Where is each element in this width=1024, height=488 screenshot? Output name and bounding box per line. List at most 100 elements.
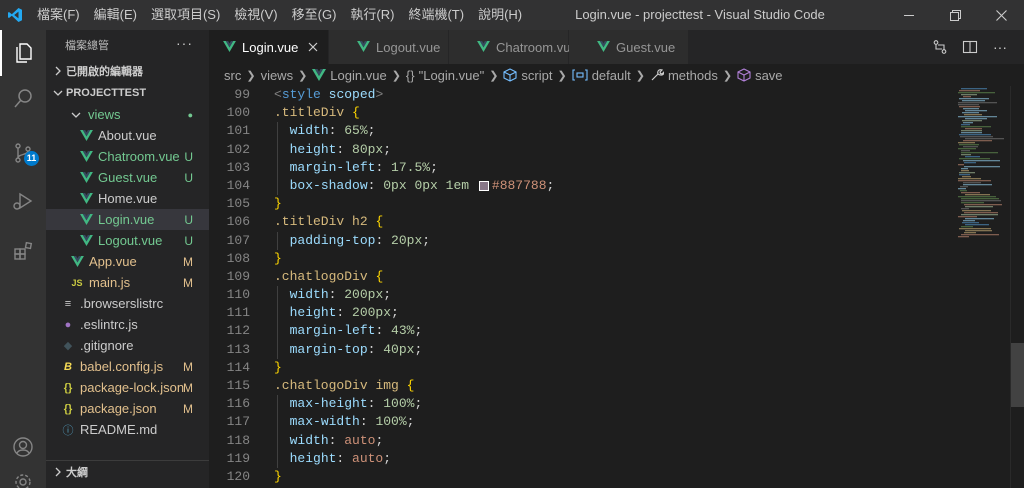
tree-item[interactable]: Guest.vue U (46, 167, 209, 188)
editor-tab[interactable]: Logout.vue (329, 30, 449, 64)
menu-item[interactable]: 選取項目(S) (144, 0, 227, 30)
line-number: 106 (226, 214, 250, 230)
run-debug-icon[interactable] (0, 178, 46, 224)
javascript-icon: JS (71, 277, 83, 288)
code-token: ; (391, 305, 399, 321)
tree-item[interactable]: {} package.json M (46, 398, 209, 419)
menu-item[interactable]: 移至(G) (285, 0, 344, 30)
account-icon[interactable] (0, 424, 46, 470)
tree-item[interactable]: JS main.js M (46, 272, 209, 293)
scrollbar-thumb[interactable] (1011, 343, 1024, 407)
tree-item[interactable]: ≡ .browserslistrc (46, 293, 209, 314)
config-file-icon: ≡ (64, 297, 72, 310)
color-swatch[interactable] (478, 180, 489, 191)
tree-item[interactable]: ● .eslintrc.js (46, 314, 209, 335)
minimize-button[interactable] (886, 0, 932, 30)
line-number: 120 (226, 468, 250, 484)
minimap[interactable] (954, 86, 1010, 488)
braces-icon: {} (405, 67, 415, 83)
breadcrumb-script[interactable]: script (521, 68, 552, 83)
line-number: 104 (226, 177, 250, 193)
more-actions-icon[interactable]: ··· (176, 35, 193, 51)
source-control-icon[interactable]: 11 (0, 130, 46, 176)
split-editor-icon[interactable] (955, 30, 985, 64)
extensions-icon[interactable] (0, 228, 46, 274)
breadcrumb-module[interactable]: "Login.vue" (419, 68, 485, 83)
breadcrumb-views[interactable]: views (261, 68, 294, 83)
minimap-line (961, 214, 998, 216)
minimap-line (965, 230, 992, 232)
tree-item[interactable]: Chatroom.vue U (46, 146, 209, 167)
code-line: 113 margin-top: 40px; (209, 340, 954, 359)
tree-item[interactable]: {} package-lock.json M (46, 377, 209, 398)
tree-item[interactable]: views ● (46, 104, 209, 125)
activity-bar: 11 (0, 30, 46, 488)
minimap-line (962, 100, 985, 102)
restore-button[interactable] (932, 0, 978, 30)
menu-item[interactable]: 說明(H) (471, 0, 529, 30)
minimap-line (962, 222, 979, 224)
close-icon[interactable] (308, 39, 318, 55)
tree-item-label: App.vue (89, 254, 137, 269)
indent-guide (277, 286, 278, 305)
close-window-button[interactable] (978, 0, 1024, 30)
menu-item[interactable]: 終端機(T) (401, 0, 471, 30)
code-line: 118 width: auto; (209, 431, 954, 450)
vertical-scrollbar[interactable] (1010, 86, 1024, 488)
open-changes-icon[interactable] (925, 30, 955, 64)
search-icon[interactable] (0, 76, 46, 122)
menu-item[interactable]: 執行(R) (343, 0, 401, 30)
menu-item[interactable]: 檔案(F) (30, 0, 87, 30)
indent-guide (277, 322, 278, 341)
tree-item[interactable]: Logout.vue U (46, 230, 209, 251)
tree-item[interactable]: Login.vue U (46, 209, 209, 230)
babel-icon: B (64, 360, 72, 373)
tree-item[interactable]: App.vue M (46, 251, 209, 272)
editor-tab[interactable]: Chatroom.vue (449, 30, 578, 64)
breadcrumb-src[interactable]: src (224, 68, 241, 83)
project-label: PROJECTTEST (66, 87, 147, 99)
breadcrumb-save[interactable]: save (755, 68, 782, 83)
manage-gear-icon[interactable] (0, 470, 46, 488)
git-status-badge: M (183, 275, 193, 290)
eslint-icon: ● (64, 318, 72, 331)
tree-item[interactable]: ◆ .gitignore (46, 335, 209, 356)
tree-item[interactable]: About.vue (46, 125, 209, 146)
editor-tab[interactable]: Guest.vue (569, 30, 689, 64)
minimap-line (965, 206, 993, 208)
code-token: 20px (391, 232, 423, 248)
minimap-line (965, 194, 990, 196)
editor-more-icon[interactable]: ··· (985, 30, 1015, 64)
breadcrumb-default[interactable]: default (592, 68, 631, 83)
outline-section[interactable]: 大綱 (46, 460, 209, 482)
explorer-icon[interactable] (0, 30, 46, 76)
menu-item[interactable]: 檢視(V) (227, 0, 284, 30)
breadcrumb-methods[interactable]: methods (668, 68, 718, 83)
minimap-line (962, 176, 971, 178)
code-editor[interactable]: 99 <style scoped> 100 .titleDiv {101 width:… (209, 86, 954, 488)
code-token: margin-top (289, 341, 368, 357)
code-token: ; (375, 432, 384, 448)
menu-item[interactable]: 編輯(E) (87, 0, 144, 30)
code-line: 116 max-height: 100%; (209, 395, 954, 414)
project-section[interactable]: PROJECTTEST (46, 82, 209, 104)
minimap-line (964, 162, 976, 164)
code-token: 40px (383, 341, 415, 357)
tree-item-label: README.md (80, 422, 158, 437)
tree-item[interactable]: ⓘ README.md (46, 419, 209, 440)
indent-guide (277, 140, 278, 159)
editor-tab[interactable]: Login.vue (209, 30, 329, 64)
indent-guide (277, 158, 278, 177)
chevron-right-icon: ❯ (391, 69, 401, 82)
code-token: img (375, 378, 399, 393)
code-line: 108} (209, 250, 954, 268)
tree-item[interactable]: Home.vue (46, 188, 209, 209)
breadcrumb-file[interactable]: Login.vue (330, 68, 386, 83)
line-number: 100 (226, 105, 250, 121)
tree-item[interactable]: Bbabel.config.js M (46, 356, 209, 377)
open-editors-section[interactable]: 已開啟的編輯器 (46, 60, 209, 82)
minimap-line (958, 142, 975, 144)
code-token: : (375, 232, 392, 248)
outline-label: 大綱 (66, 466, 88, 479)
code-line: 109 .chatlogoDiv { (209, 268, 954, 286)
